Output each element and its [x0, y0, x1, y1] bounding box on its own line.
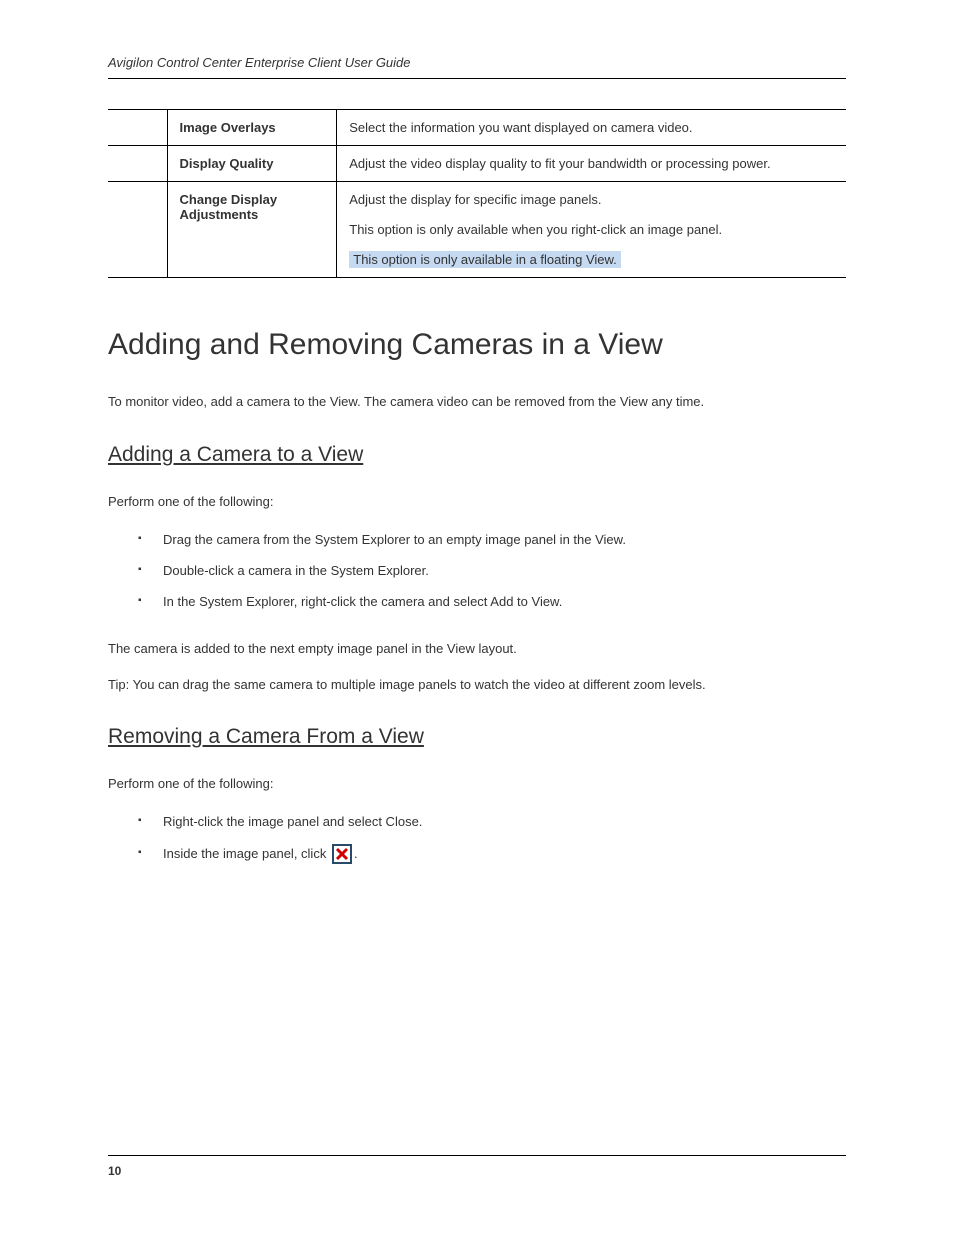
- sub1-intro: Perform one of the following:: [108, 492, 846, 513]
- sub2-intro: Perform one of the following:: [108, 774, 846, 795]
- options-table: Image Overlays Select the information yo…: [108, 109, 846, 278]
- table-cell-text1: Adjust the display for specific image pa…: [349, 192, 834, 207]
- table-cell-label: Display Quality: [167, 146, 337, 182]
- sub-heading-remove: Removing a Camera From a View: [108, 725, 846, 749]
- table-cell-label: Change Display Adjustments: [167, 182, 337, 278]
- table-cell-desc: Adjust the display for specific image pa…: [337, 182, 846, 278]
- list-item: Right-click the image panel and select C…: [138, 810, 846, 833]
- list-item: In the System Explorer, right-click the …: [138, 590, 846, 613]
- list-item-text: Inside the image panel, click: [163, 846, 330, 861]
- sub1-tip: Tip: You can drag the same camera to mul…: [108, 675, 846, 696]
- table-cell: [108, 110, 167, 146]
- table-row: Display Quality Adjust the video display…: [108, 146, 846, 182]
- add-camera-list: Drag the camera from the System Explorer…: [108, 528, 846, 614]
- sub1-footer1: The camera is added to the next empty im…: [108, 639, 846, 660]
- table-row: Change Display Adjustments Adjust the di…: [108, 182, 846, 278]
- page-header: Avigilon Control Center Enterprise Clien…: [108, 55, 846, 79]
- list-item-suffix: .: [354, 846, 358, 861]
- remove-camera-list: Right-click the image panel and select C…: [108, 810, 846, 865]
- list-item: Inside the image panel, click .: [138, 842, 846, 865]
- main-heading: Adding and Removing Cameras in a View: [108, 328, 846, 362]
- list-item: Double-click a camera in the System Expl…: [138, 559, 846, 582]
- table-cell: [108, 182, 167, 278]
- close-icon: [332, 844, 352, 864]
- header-title: Avigilon Control Center Enterprise Clien…: [108, 55, 411, 70]
- page-number: 10: [108, 1164, 121, 1178]
- table-cell-label: Image Overlays: [167, 110, 337, 146]
- table-cell-desc: Select the information you want displaye…: [337, 110, 846, 146]
- table-cell-desc: Adjust the video display quality to fit …: [337, 146, 846, 182]
- list-item: Drag the camera from the System Explorer…: [138, 528, 846, 551]
- intro-paragraph: To monitor video, add a camera to the Vi…: [108, 392, 846, 413]
- table-cell-text2: This option is only available when you r…: [349, 222, 834, 237]
- page-footer: 10: [108, 1155, 846, 1180]
- sub-heading-add: Adding a Camera to a View: [108, 443, 846, 467]
- table-row: Image Overlays Select the information yo…: [108, 110, 846, 146]
- table-cell-highlight: This option is only available in a float…: [349, 251, 621, 268]
- table-cell: [108, 146, 167, 182]
